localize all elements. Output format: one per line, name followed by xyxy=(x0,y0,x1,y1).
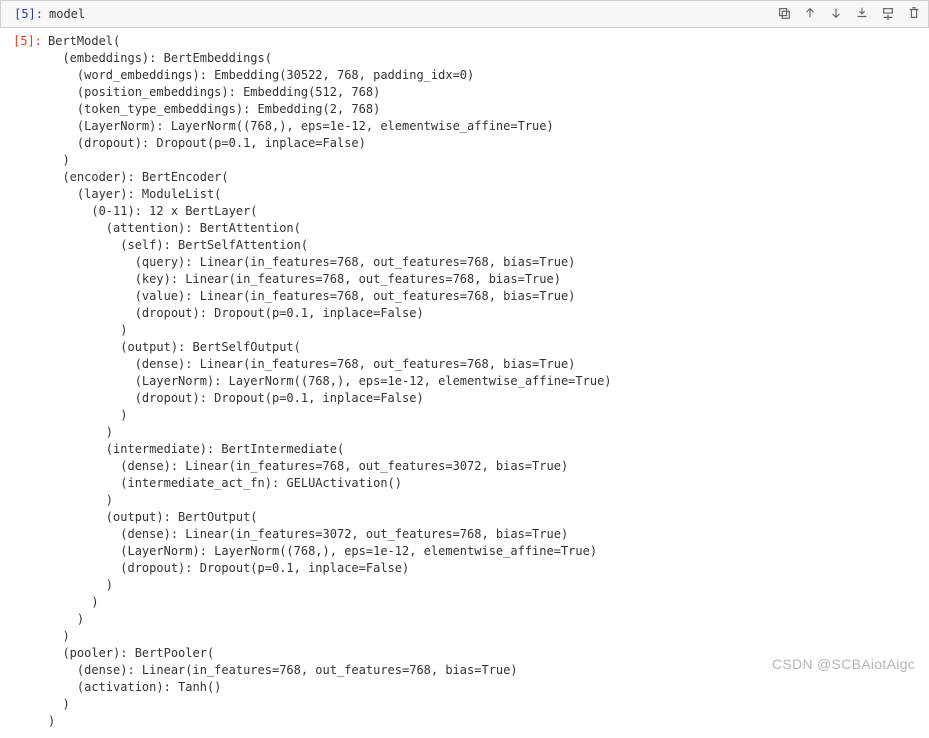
trash-icon[interactable] xyxy=(906,5,922,21)
download-icon[interactable] xyxy=(854,5,870,21)
input-prompt: [5]: xyxy=(1,5,49,21)
cell-toolbar xyxy=(776,5,922,21)
cell-input-row[interactable]: [5]: model xyxy=(0,0,929,28)
insert-below-icon[interactable] xyxy=(880,5,896,21)
output-prompt: [5]: xyxy=(0,32,48,48)
notebook-cell: [5]: model [5]: BertModel( (em xyxy=(0,0,929,738)
arrow-up-icon[interactable] xyxy=(802,5,818,21)
arrow-down-icon[interactable] xyxy=(828,5,844,21)
duplicate-icon[interactable] xyxy=(776,5,792,21)
output-text: BertModel( (embeddings): BertEmbeddings(… xyxy=(48,32,929,730)
cell-output-row: [5]: BertModel( (embeddings): BertEmbedd… xyxy=(0,28,929,738)
